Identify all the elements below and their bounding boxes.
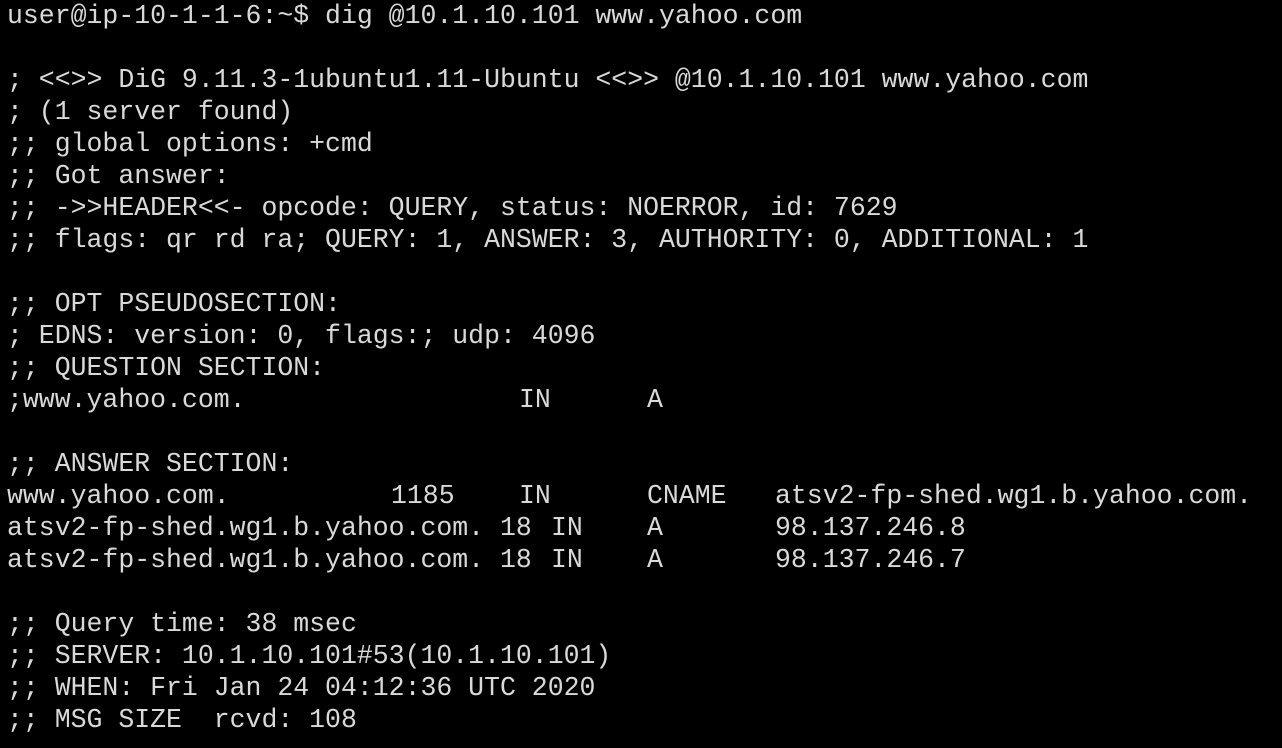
terminal-window[interactable]: user@ip-10-1-1-6:~$ dig @10.1.10.101 www… [0, 0, 1282, 748]
flags-line: ;; flags: qr rd ra; QUERY: 1, ANSWER: 3,… [7, 225, 1089, 255]
question-type: A [647, 385, 663, 415]
global-options-line: ;; global options: +cmd [7, 129, 373, 159]
answer-name: atsv2-fp-shed.wg1.b.yahoo.com. 18 [7, 513, 532, 543]
query-time-line: ;; Query time: 38 msec [7, 609, 357, 639]
answer-type: A [647, 545, 663, 575]
answer-rdata: atsv2-fp-shed.wg1.b.yahoo.com. [775, 481, 1253, 511]
answer-rdata: 98.137.246.7 [775, 545, 966, 575]
header-status-line: ;; ->>HEADER<<- opcode: QUERY, status: N… [7, 193, 898, 223]
when-line: ;; WHEN: Fri Jan 24 04:12:36 UTC 2020 [7, 673, 596, 703]
answer-section-header: ;; ANSWER SECTION: [7, 449, 294, 479]
edns-line: ; EDNS: version: 0, flags:; udp: 4096 [7, 321, 596, 351]
answer-type: A [647, 513, 663, 543]
server-found-line: ; (1 server found) [7, 97, 294, 127]
question-name: ;www.yahoo.com. [7, 385, 246, 415]
answer-ttl: 1185 [391, 481, 455, 511]
answer-type: CNAME [647, 481, 727, 511]
question-section-header: ;; QUESTION SECTION: [7, 353, 326, 383]
msg-size-line: ;; MSG SIZE rcvd: 108 [7, 705, 357, 735]
command-prompt-line: user@ip-10-1-1-6:~$ dig @10.1.10.101 www… [7, 1, 803, 31]
dig-version-line: ; <<>> DiG 9.11.3-1ubuntu1.11-Ubuntu <<>… [7, 65, 1089, 95]
answer-record: www.yahoo.com. 1185 IN CNAME atsv2-fp-sh… [7, 480, 1282, 512]
answer-name: atsv2-fp-shed.wg1.b.yahoo.com. 18 [7, 545, 532, 575]
opt-pseudosection-line: ;; OPT PSEUDOSECTION: [7, 289, 341, 319]
got-answer-line: ;; Got answer: [7, 161, 230, 191]
answer-class: IN [519, 481, 551, 511]
answer-class: IN [551, 513, 583, 543]
server-line: ;; SERVER: 10.1.10.101#53(10.1.10.101) [7, 641, 612, 671]
question-class: IN [519, 385, 551, 415]
answer-record: atsv2-fp-shed.wg1.b.yahoo.com. 18 IN A 9… [7, 544, 1282, 576]
answer-class: IN [551, 545, 583, 575]
answer-name: www.yahoo.com. [7, 481, 230, 511]
question-record: ;www.yahoo.com. IN A [7, 384, 1282, 416]
answer-rdata: 98.137.246.8 [775, 513, 966, 543]
answer-record: atsv2-fp-shed.wg1.b.yahoo.com. 18 IN A 9… [7, 512, 1282, 544]
